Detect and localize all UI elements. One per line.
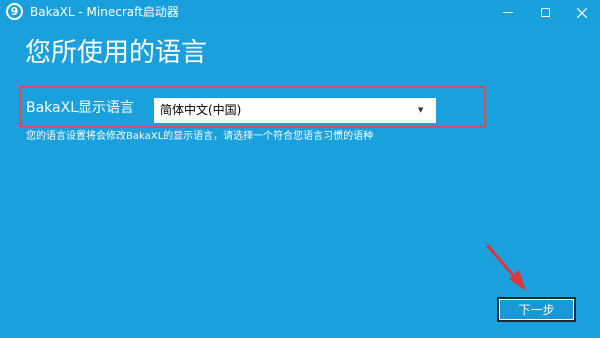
language-label: BakaXL显示语言 (26, 100, 135, 116)
maximize-icon (540, 8, 550, 17)
close-icon (577, 7, 587, 18)
title-bar[interactable]: 9 BakaXL - Minecraft启动器 (0, 0, 600, 25)
minimize-icon (503, 12, 513, 13)
maximize-button[interactable] (527, 0, 563, 25)
minimize-button[interactable] (490, 0, 526, 25)
app-logo-icon: 9 (6, 3, 23, 20)
next-button[interactable]: 下一步 (497, 297, 576, 322)
close-button[interactable] (564, 0, 600, 25)
window-title: BakaXL - Minecraft启动器 (30, 5, 179, 19)
app-window: 9 BakaXL - Minecraft启动器 您所使用的语言 BakaXL显示… (0, 0, 600, 338)
language-select-value: 简体中文(中国) (160, 103, 242, 117)
language-select[interactable]: 简体中文(中国) ▼ (154, 98, 436, 123)
chevron-down-icon: ▼ (418, 106, 424, 114)
language-description: 您的语言设置将会修改BakaXL的显示语言，请选择一个符合您语言习惯的语种 (26, 131, 374, 142)
page-title: 您所使用的语言 (25, 38, 208, 68)
